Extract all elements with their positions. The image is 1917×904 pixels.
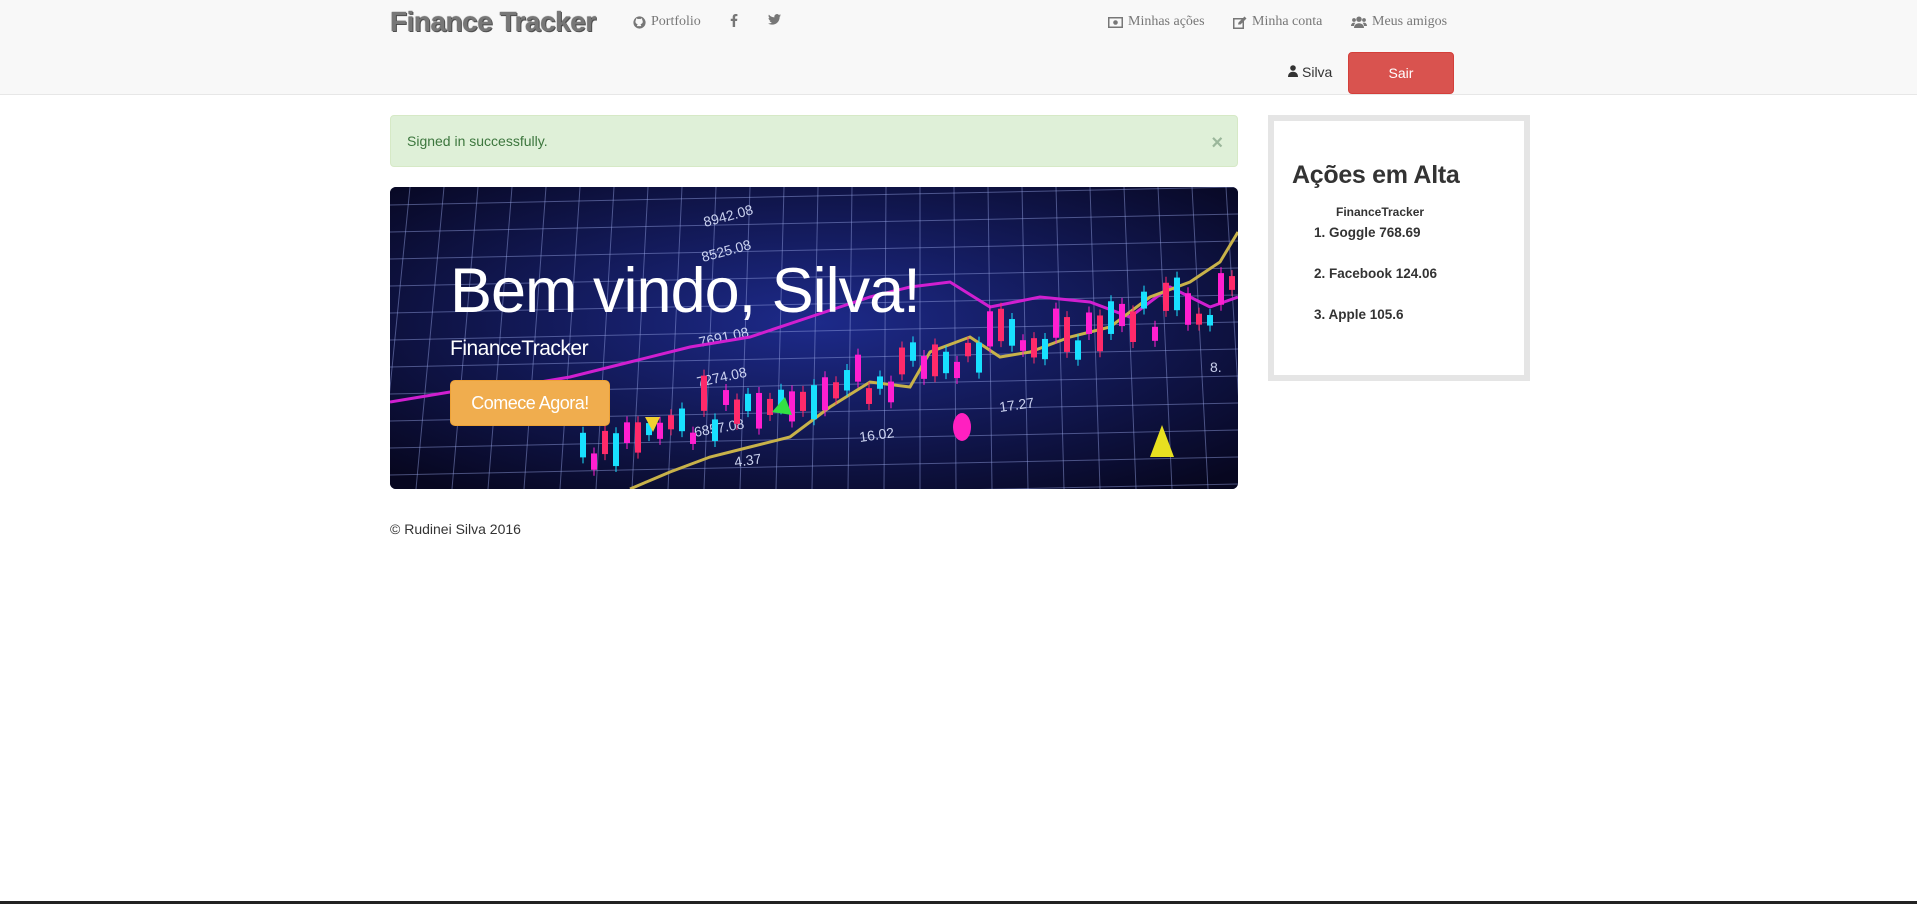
github-icon xyxy=(633,15,646,29)
trending-item: 3. Apple 105.6 xyxy=(1314,307,1404,322)
alert-message: Signed in successfully. xyxy=(407,133,548,149)
trending-subtitle: FinanceTracker xyxy=(1336,205,1425,219)
welcome-heading: Bem vindo, Silva! xyxy=(450,256,921,326)
money-icon xyxy=(1108,16,1123,28)
nav-portfolio-link[interactable]: Portfolio xyxy=(633,14,701,30)
nav-minhas-acoes-link[interactable]: Minhas ações xyxy=(1108,14,1205,30)
users-icon xyxy=(1351,16,1367,28)
svg-text:8.: 8. xyxy=(1210,359,1222,375)
alert-close-button[interactable]: × xyxy=(1211,133,1223,153)
user-icon xyxy=(1288,64,1298,80)
welcome-jumbotron: 8942.08 8525.08 7691.08 7274.08 6857.08 … xyxy=(390,187,1238,489)
footer-copyright: © Rudinei Silva 2016 xyxy=(390,521,521,537)
brand-logo[interactable]: Finance Tracker xyxy=(390,6,596,38)
facebook-icon xyxy=(730,14,738,27)
trending-stocks-panel: Ações em Alta FinanceTracker 1. Goggle 7… xyxy=(1268,115,1530,381)
twitter-icon xyxy=(768,14,781,25)
hero-subtitle: FinanceTracker xyxy=(450,337,589,360)
trending-list: 1. Goggle 768.69 2. Facebook 124.06 3. A… xyxy=(1314,225,1437,348)
nav-minha-conta-link[interactable]: Minha conta xyxy=(1233,14,1322,30)
trending-item: 2. Facebook 124.06 xyxy=(1314,266,1438,281)
logout-button[interactable]: Sair xyxy=(1348,52,1454,94)
nav-twitter-link[interactable] xyxy=(768,14,781,25)
edit-icon xyxy=(1233,16,1247,29)
nav-portfolio-label: Portfolio xyxy=(651,14,701,29)
get-started-button[interactable]: Comece Agora! xyxy=(450,380,610,426)
nav-minha-conta-label: Minha conta xyxy=(1252,14,1323,29)
current-user[interactable]: Silva xyxy=(1288,64,1332,80)
current-user-name: Silva xyxy=(1302,64,1333,80)
nav-meus-amigos-label: Meus amigos xyxy=(1372,14,1448,29)
nav-meus-amigos-link[interactable]: Meus amigos xyxy=(1351,14,1447,30)
navbar: Finance Tracker Portfolio Minhas ações M… xyxy=(0,0,1917,95)
success-alert: Signed in successfully. × xyxy=(390,115,1238,167)
trending-title: Ações em Alta xyxy=(1292,161,1460,189)
nav-minhas-acoes-label: Minhas ações xyxy=(1128,14,1205,29)
trending-item: 1. Goggle 768.69 xyxy=(1314,225,1421,240)
nav-facebook-link[interactable] xyxy=(730,14,738,27)
